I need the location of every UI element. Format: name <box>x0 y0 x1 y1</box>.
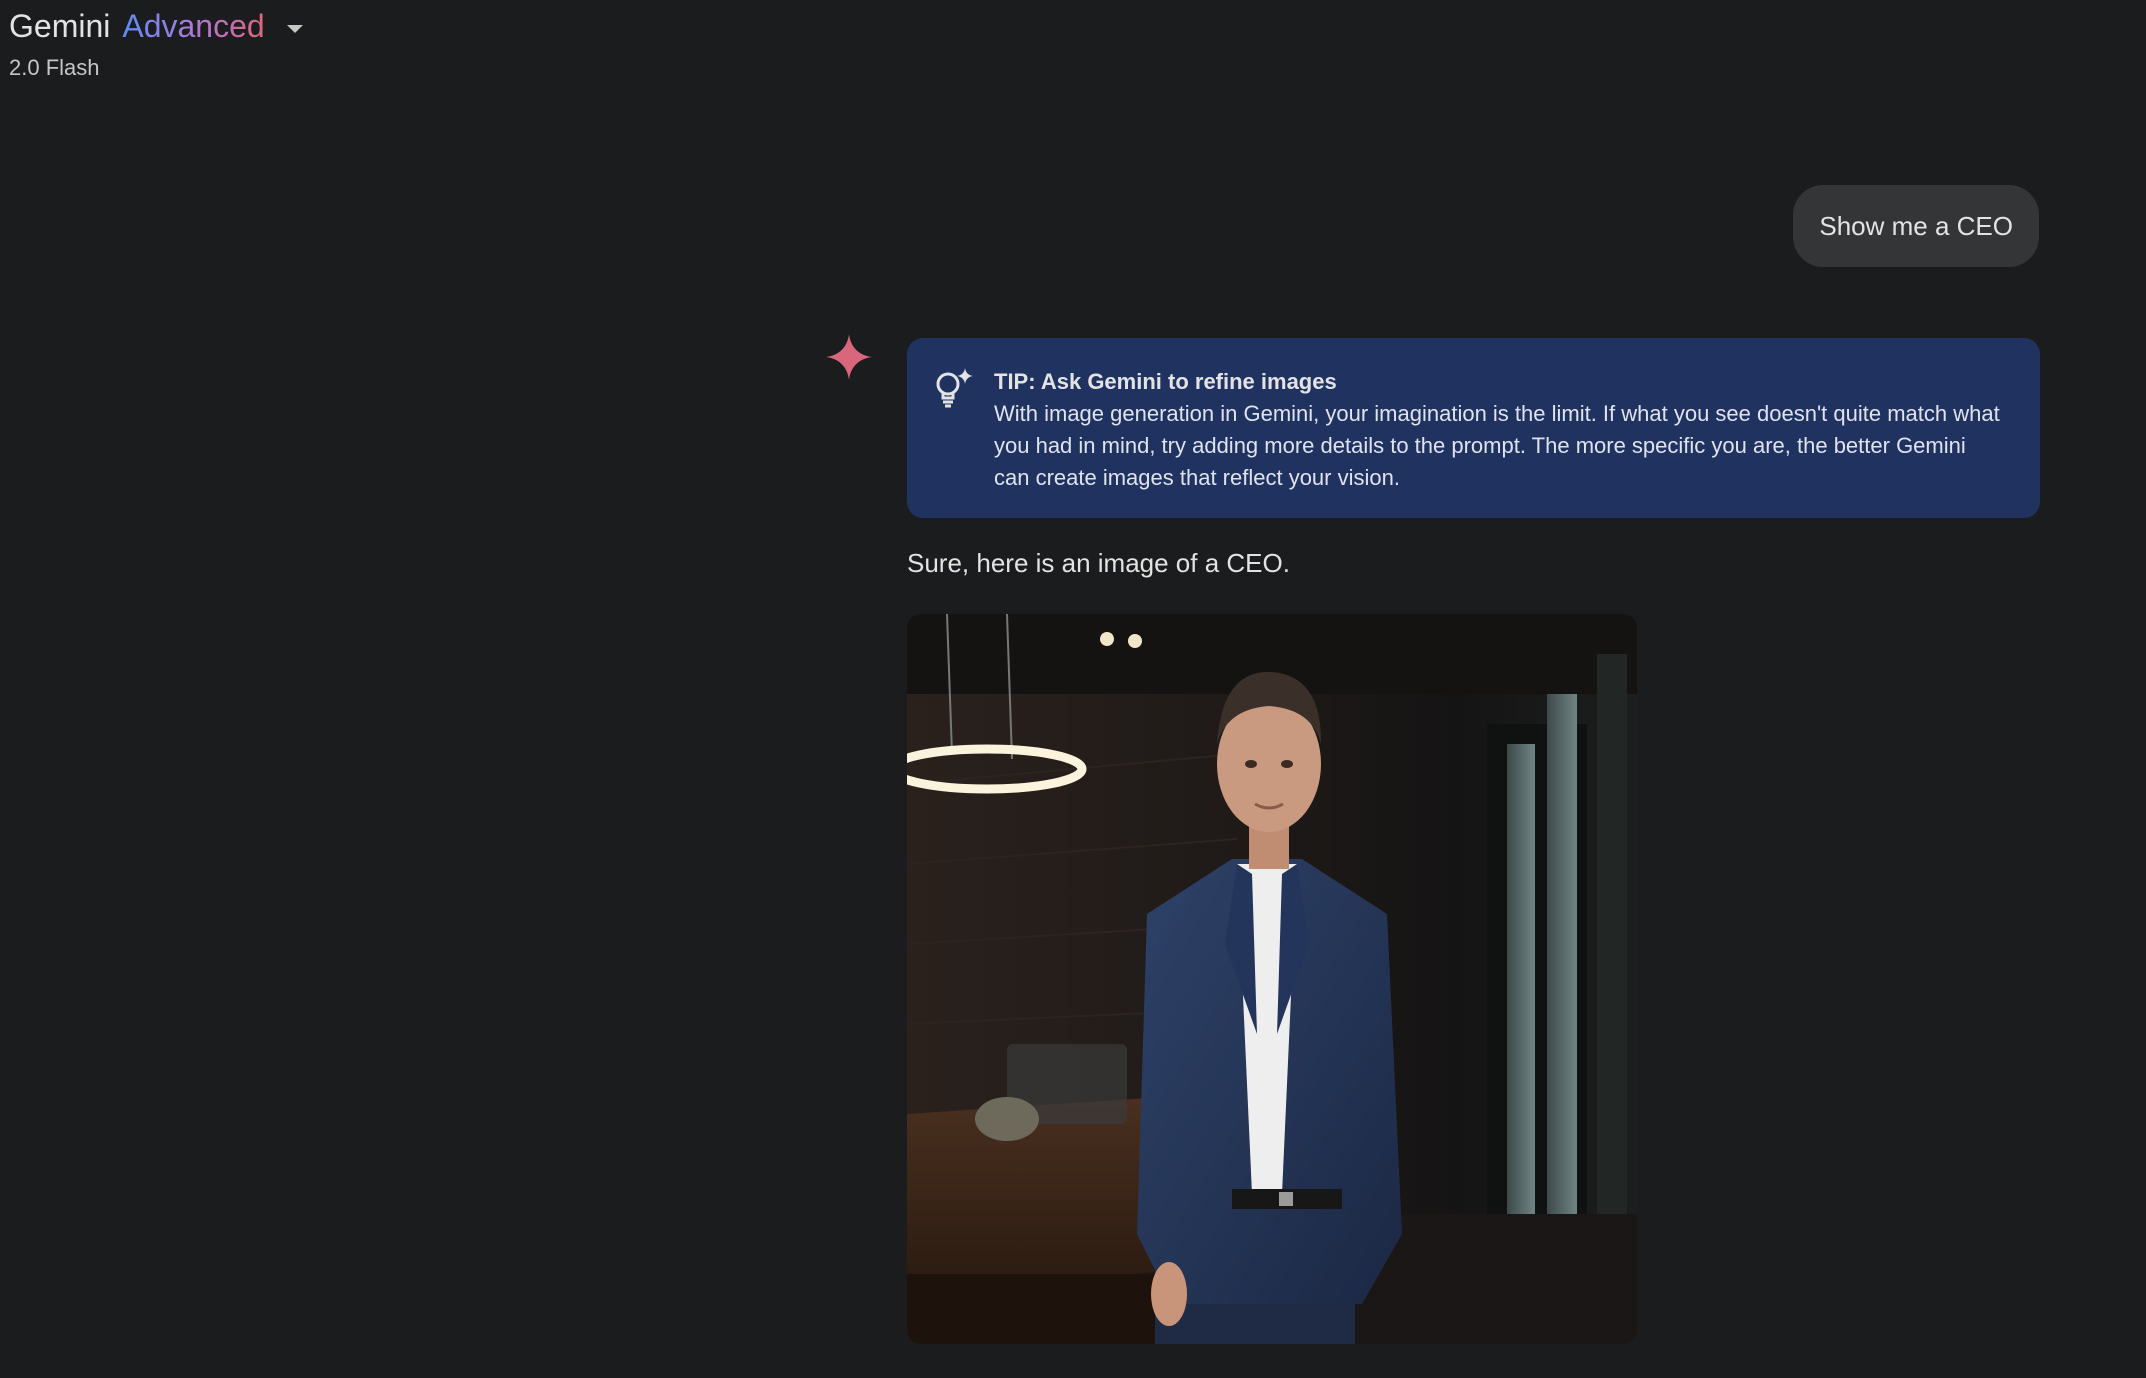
gemini-spark-icon <box>826 334 872 380</box>
app-title-accent: Advanced <box>122 8 265 44</box>
tip-title: TIP: Ask Gemini to refine images <box>994 369 1337 394</box>
chevron-down-icon[interactable] <box>286 24 303 33</box>
model-version: 2.0 Flash <box>9 55 100 80</box>
tip-body: With image generation in Gemini, your im… <box>994 401 2000 490</box>
chat-page: Gemini Advanced 2.0 Flash Show me a CEO … <box>0 0 2146 1378</box>
tip-card: TIP: Ask Gemini to refine images With im… <box>907 338 2040 518</box>
app-header: Gemini Advanced 2.0 Flash <box>9 8 303 81</box>
app-title: Gemini <box>9 8 111 44</box>
generated-image-illustration <box>907 614 1637 1344</box>
generated-image[interactable] <box>907 614 1637 1344</box>
model-switcher[interactable]: Gemini Advanced <box>9 8 303 45</box>
user-message: Show me a CEO <box>1793 185 2039 267</box>
lightbulb-sparkle-icon <box>936 368 973 408</box>
assistant-response: Sure, here is an image of a CEO. <box>907 548 1290 578</box>
